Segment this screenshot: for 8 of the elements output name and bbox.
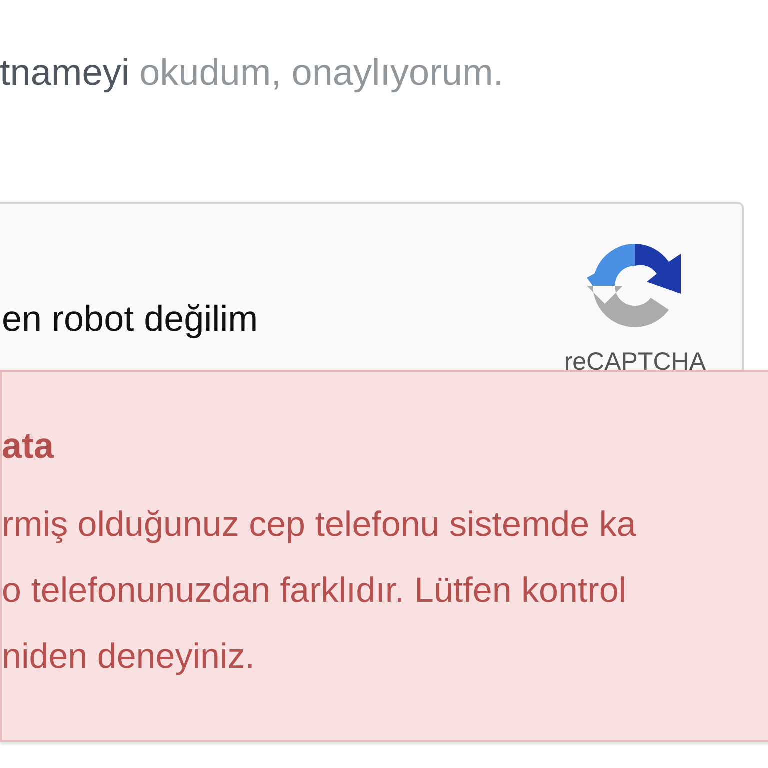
recaptcha-brand: reCAPTCHA	[564, 348, 706, 377]
alert-message-line: rmiş olduğunuz cep telefonu sistemde ka	[2, 504, 638, 546]
alert-message-line: niden deneyiniz.	[2, 636, 256, 678]
captcha-label: en robot değilim	[2, 298, 258, 340]
terms-link[interactable]: tnameyi	[0, 52, 130, 94]
consent-text: okudum, onaylıyorum.	[140, 52, 504, 94]
alert-message-line: o telefonunuzdan farklıdır. Lütfen kontrol	[2, 570, 628, 612]
alert-title: ata	[2, 424, 56, 468]
